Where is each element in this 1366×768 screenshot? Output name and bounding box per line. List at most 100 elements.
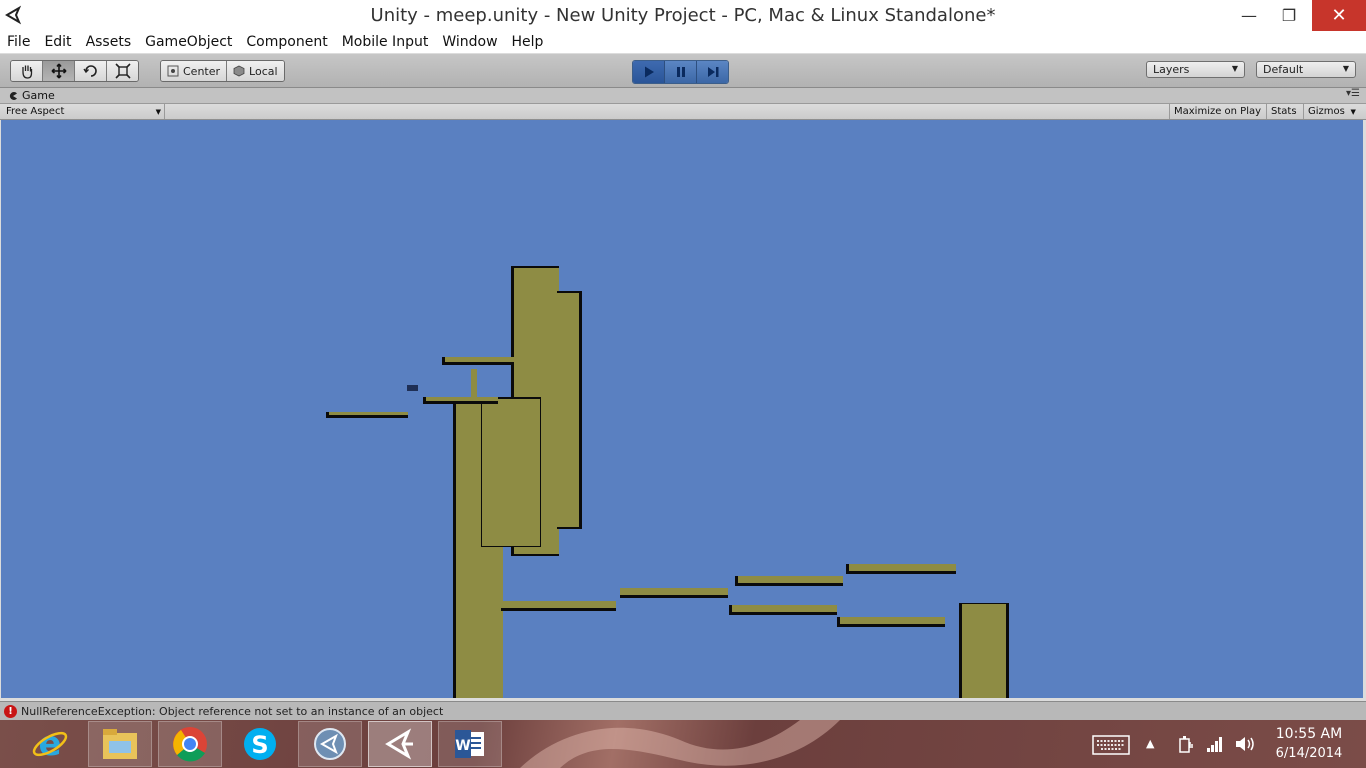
internet-explorer-icon: e	[32, 724, 68, 764]
tab-game-label: Game	[22, 89, 55, 102]
clock-time: 10:55 AM	[1275, 726, 1343, 742]
game-view-toolbar: Free Aspect ▼ Maximize on Play Stats Giz…	[0, 104, 1366, 120]
move-tool-button[interactable]	[43, 61, 75, 81]
menu-window[interactable]: Window	[435, 31, 504, 53]
game-panel-tabbar: Game ▾☰	[0, 88, 1366, 104]
playback-controls	[632, 60, 729, 84]
step-platform	[846, 564, 956, 574]
transform-tools	[10, 60, 139, 82]
maximize-button[interactable]: ❐	[1272, 0, 1306, 31]
network-icon[interactable]	[1206, 735, 1224, 753]
remote-desktop-icon	[314, 728, 346, 760]
menu-file[interactable]: File	[0, 31, 37, 53]
word-taskbar-button[interactable]: W	[438, 721, 502, 767]
side-tower	[557, 291, 582, 529]
pivot-center-icon	[167, 65, 179, 77]
tab-game[interactable]: Game	[8, 88, 55, 103]
step-button[interactable]	[697, 61, 728, 83]
maximize-on-play-toggle[interactable]: Maximize on Play	[1169, 104, 1265, 119]
close-button[interactable]: ✕	[1312, 0, 1366, 31]
chevron-up-icon[interactable]: ▲	[1146, 737, 1154, 750]
chevron-down-icon: ▼	[1342, 64, 1349, 73]
player-character	[407, 385, 418, 391]
mid-ledge	[423, 397, 498, 404]
layout-label: Default	[1263, 63, 1304, 76]
layers-dropdown[interactable]: Layers ▼	[1146, 61, 1245, 78]
gizmos-label: Gizmos	[1308, 106, 1345, 117]
step-platform	[729, 605, 837, 615]
chevron-down-icon: ▼	[1231, 64, 1238, 73]
remote-desktop-taskbar-button[interactable]	[298, 721, 362, 767]
chevron-down-icon: ▼	[1350, 107, 1356, 116]
skype-icon: S	[244, 728, 276, 760]
scale-tool-button[interactable]	[107, 61, 138, 81]
unity-taskbar-button[interactable]	[368, 721, 432, 767]
cube-icon	[233, 65, 245, 77]
skype-taskbar-button[interactable]: S	[228, 721, 292, 767]
minimize-button[interactable]: —	[1232, 0, 1266, 31]
file-explorer-taskbar-button[interactable]	[88, 721, 152, 767]
internet-explorer-taskbar-button[interactable]: e	[18, 721, 82, 767]
step-platform	[837, 617, 945, 627]
menu-help[interactable]: Help	[505, 31, 551, 53]
stats-toggle[interactable]: Stats	[1266, 104, 1301, 119]
svg-text:S: S	[251, 731, 268, 759]
chrome-icon	[173, 727, 207, 762]
aspect-dropdown[interactable]: Free Aspect ▼	[6, 104, 165, 119]
windows-taskbar: e S W ▲ 10:55 AM 6/14/2014	[0, 720, 1366, 768]
clock-date: 6/14/2014	[1275, 746, 1343, 761]
pivot-toggle-group: Center Local	[160, 60, 285, 82]
aspect-label: Free Aspect	[6, 106, 65, 117]
error-icon: !	[4, 705, 17, 718]
folder-icon	[103, 729, 137, 759]
gizmos-toggle[interactable]: Gizmos ▼	[1303, 104, 1359, 119]
menu-component[interactable]: Component	[239, 31, 334, 53]
rotate-tool-button[interactable]	[75, 61, 107, 81]
step-platform	[735, 576, 843, 586]
volume-icon[interactable]	[1234, 734, 1256, 754]
chrome-taskbar-button[interactable]	[158, 721, 222, 767]
svg-text:W: W	[455, 738, 470, 754]
play-icon	[644, 66, 654, 78]
keyboard-icon[interactable]	[1092, 735, 1130, 755]
pivot-local-label: Local	[249, 64, 278, 78]
upper-ledge	[442, 357, 514, 365]
game-viewport[interactable]	[1, 120, 1363, 698]
panel-options-icon[interactable]: ▾☰	[1346, 88, 1360, 99]
overlapping-block	[481, 397, 541, 547]
menu-gameobject[interactable]: GameObject	[138, 31, 239, 53]
step-icon	[707, 67, 718, 77]
layout-dropdown[interactable]: Default ▼	[1256, 61, 1356, 78]
chevron-down-icon: ▼	[155, 107, 161, 116]
hand-icon	[21, 65, 32, 79]
pause-icon	[676, 67, 685, 77]
small-post	[471, 369, 477, 399]
left-ledge	[326, 412, 408, 418]
main-toolbar: Center Local Layers ▼ Default ▼	[0, 54, 1366, 88]
hand-tool-button[interactable]	[11, 61, 43, 81]
pacman-icon	[9, 91, 17, 100]
step-platform	[620, 588, 728, 598]
pivot-center-button[interactable]: Center	[161, 61, 228, 81]
layers-label: Layers	[1153, 63, 1190, 76]
play-button[interactable]	[633, 61, 665, 83]
pause-button[interactable]	[665, 61, 697, 83]
rotate-icon	[82, 65, 97, 77]
menu-edit[interactable]: Edit	[37, 31, 78, 53]
console-status-bar[interactable]: ! NullReferenceException: Object referen…	[0, 701, 1366, 721]
menu-assets[interactable]: Assets	[79, 31, 139, 53]
scale-icon	[114, 63, 131, 79]
title-bar: Unity - meep.unity - New Unity Project -…	[0, 0, 1366, 32]
pivot-center-label: Center	[183, 64, 221, 78]
unity-icon	[385, 728, 413, 760]
svg-text:e: e	[38, 724, 61, 764]
right-pillar	[959, 603, 1009, 698]
step-platform	[501, 601, 616, 611]
move-icon	[51, 63, 66, 79]
taskbar-wallpaper-swirl	[520, 720, 840, 768]
menu-mobile-input[interactable]: Mobile Input	[335, 31, 436, 53]
status-message: NullReferenceException: Object reference…	[21, 705, 444, 718]
power-icon[interactable]	[1176, 734, 1196, 754]
system-clock[interactable]: 10:55 AM 6/14/2014	[1264, 725, 1354, 763]
pivot-local-button[interactable]: Local	[227, 61, 284, 81]
